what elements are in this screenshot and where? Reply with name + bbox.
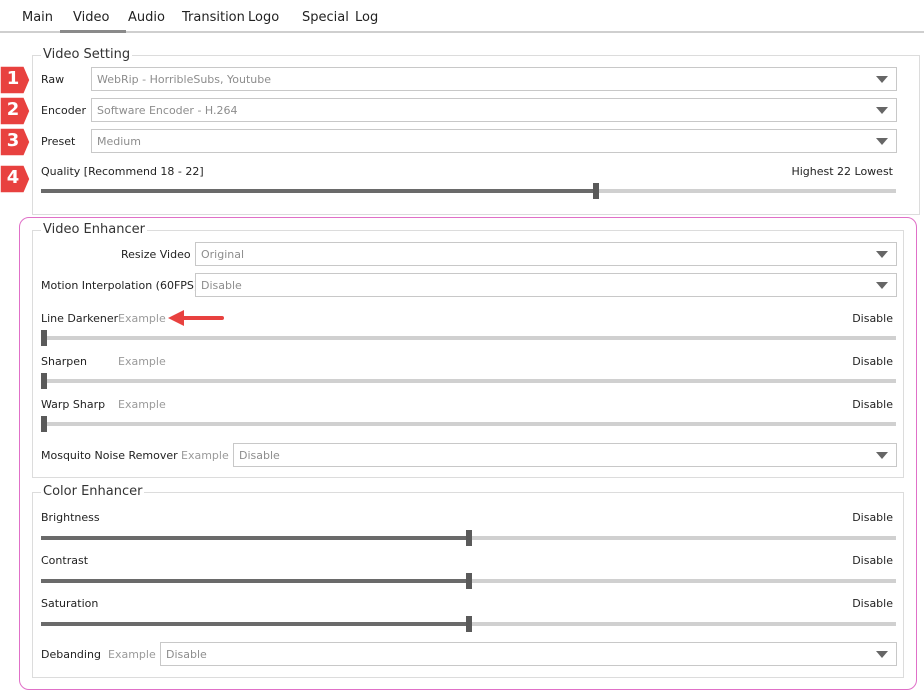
- brightness-label: Brightness: [41, 511, 100, 524]
- contrast-slider[interactable]: [41, 573, 896, 589]
- annotation-badge-3: 3: [0, 128, 30, 156]
- encoder-value: Software Encoder - H.264: [97, 104, 238, 117]
- tab-main[interactable]: Main: [22, 10, 53, 25]
- contrast-slider-fill: [41, 579, 466, 583]
- tab-divider: [0, 31, 924, 33]
- sharpen-slider[interactable]: [41, 373, 896, 389]
- brightness-slider-fill: [41, 536, 466, 540]
- brightness-slider-thumb[interactable]: [466, 530, 472, 546]
- tab-active-indicator: [60, 30, 126, 33]
- saturation-label: Saturation: [41, 597, 99, 610]
- line-darkener-label: Line Darkener: [41, 312, 119, 325]
- warp-sharp-example-link[interactable]: Example: [118, 398, 166, 411]
- quality-slider-thumb[interactable]: [593, 183, 599, 199]
- saturation-status: Disable: [852, 597, 893, 610]
- tab-logo[interactable]: Logo: [248, 10, 279, 25]
- line-darkener-slider-thumb[interactable]: [41, 330, 47, 346]
- saturation-slider-fill: [41, 622, 466, 626]
- mosquito-noise-example-link[interactable]: Example: [181, 449, 229, 462]
- raw-select[interactable]: WebRip - HorribleSubs, Youtube: [91, 67, 897, 91]
- preset-label: Preset: [41, 135, 76, 148]
- tab-bar: Main Video Audio Transition Logo Special…: [0, 0, 924, 34]
- motion-interpolation-value: Disable: [201, 279, 242, 292]
- chevron-down-icon: [876, 76, 888, 83]
- line-darkener-slider[interactable]: [41, 330, 896, 346]
- debanding-label: Debanding: [41, 648, 101, 661]
- tab-transition[interactable]: Transition: [182, 10, 245, 25]
- brightness-slider[interactable]: [41, 530, 896, 546]
- quality-slider[interactable]: [41, 183, 896, 199]
- tab-audio[interactable]: Audio: [128, 10, 165, 25]
- chevron-down-icon: [876, 107, 888, 114]
- mosquito-noise-select[interactable]: Disable: [233, 443, 897, 467]
- debanding-select[interactable]: Disable: [160, 642, 897, 666]
- resize-video-label: Resize Video: [121, 248, 191, 261]
- chevron-down-icon: [876, 138, 888, 145]
- tab-video[interactable]: Video: [73, 10, 109, 25]
- encoder-select[interactable]: Software Encoder - H.264: [91, 98, 897, 122]
- quality-status: Highest 22 Lowest: [791, 165, 893, 178]
- resize-video-value: Original: [201, 248, 245, 261]
- sharpen-slider-thumb[interactable]: [41, 373, 47, 389]
- annotation-badge-2: 2: [0, 97, 30, 125]
- annotation-badge-4: 4: [0, 165, 30, 193]
- motion-interpolation-select[interactable]: Disable: [195, 273, 897, 297]
- badge-number: 3: [6, 130, 20, 151]
- motion-interpolation-label: Motion Interpolation (60FPS): [41, 279, 199, 292]
- video-setting-title: Video Setting: [41, 47, 133, 62]
- encoder-label: Encoder: [41, 104, 86, 117]
- warp-sharp-slider[interactable]: [41, 416, 896, 432]
- brightness-status: Disable: [852, 511, 893, 524]
- preset-value: Medium: [97, 135, 141, 148]
- contrast-slider-thumb[interactable]: [466, 573, 472, 589]
- raw-value: WebRip - HorribleSubs, Youtube: [97, 73, 271, 86]
- chevron-down-icon: [876, 452, 888, 459]
- arrow-left-icon: [168, 310, 224, 326]
- warp-sharp-slider-thumb[interactable]: [41, 416, 47, 432]
- contrast-status: Disable: [852, 554, 893, 567]
- tab-log[interactable]: Log: [355, 10, 378, 25]
- color-enhancer-title: Color Enhancer: [41, 484, 145, 499]
- sharpen-status: Disable: [852, 355, 893, 368]
- saturation-slider-thumb[interactable]: [466, 616, 472, 632]
- video-enhancer-group: Video Enhancer: [32, 222, 904, 478]
- resize-video-select[interactable]: Original: [195, 242, 897, 266]
- contrast-label: Contrast: [41, 554, 89, 567]
- quality-label: Quality [Recommend 18 - 22]: [41, 165, 204, 178]
- debanding-value: Disable: [166, 648, 207, 661]
- chevron-down-icon: [876, 651, 888, 658]
- annotation-badge-1: 1: [0, 66, 30, 94]
- chevron-down-icon: [876, 251, 888, 258]
- tab-special[interactable]: Special: [302, 10, 349, 25]
- debanding-example-link[interactable]: Example: [108, 648, 156, 661]
- line-darkener-example-link[interactable]: Example: [118, 312, 166, 325]
- line-darkener-status: Disable: [852, 312, 893, 325]
- sharpen-label: Sharpen: [41, 355, 87, 368]
- warp-sharp-status: Disable: [852, 398, 893, 411]
- badge-number: 1: [6, 68, 20, 89]
- mosquito-noise-value: Disable: [239, 449, 280, 462]
- raw-label: Raw: [41, 73, 65, 86]
- sharpen-example-link[interactable]: Example: [118, 355, 166, 368]
- video-enhancer-title: Video Enhancer: [41, 222, 147, 237]
- chevron-down-icon: [876, 282, 888, 289]
- preset-select[interactable]: Medium: [91, 129, 897, 153]
- badge-number: 4: [6, 167, 20, 188]
- warp-sharp-label: Warp Sharp: [41, 398, 106, 411]
- badge-number: 2: [6, 99, 20, 120]
- mosquito-noise-label: Mosquito Noise Remover: [41, 449, 178, 462]
- quality-slider-fill: [41, 189, 593, 193]
- saturation-slider[interactable]: [41, 616, 896, 632]
